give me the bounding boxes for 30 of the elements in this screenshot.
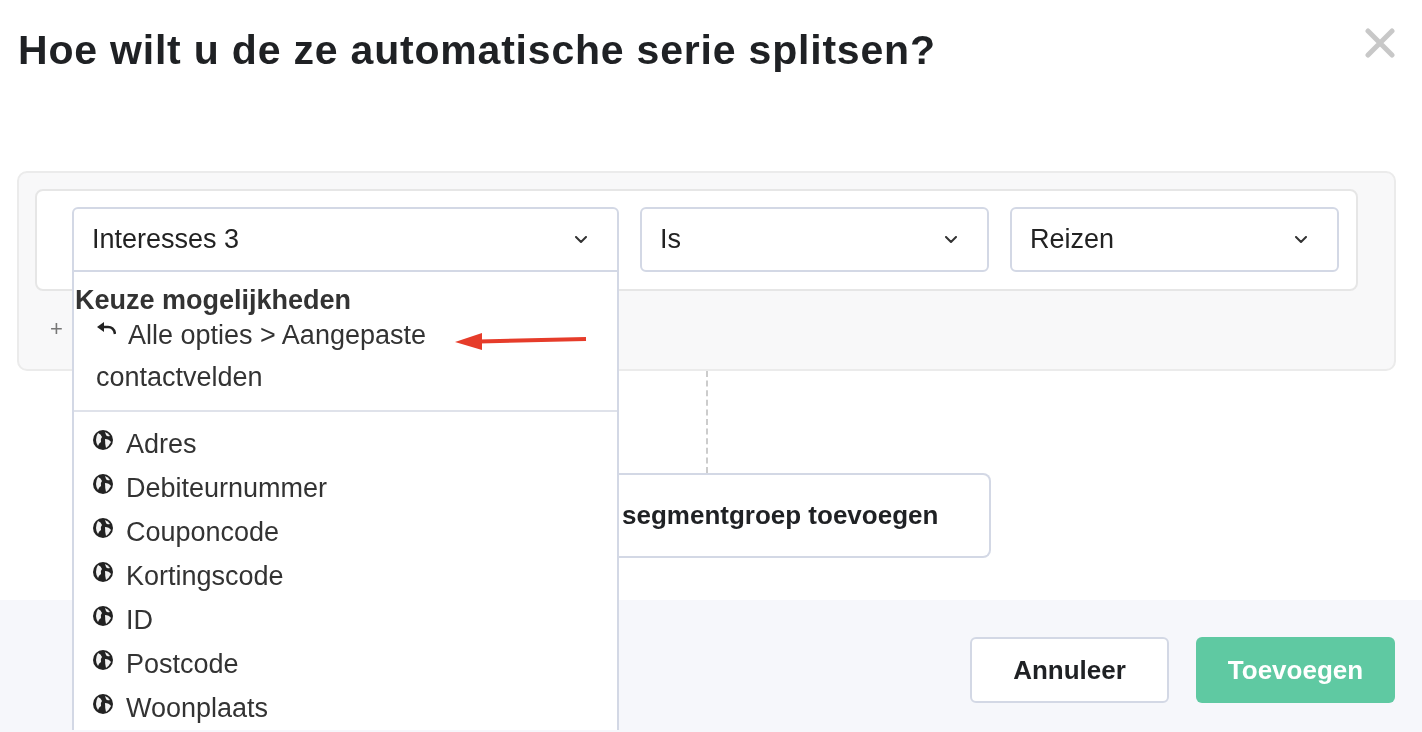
globe-icon (93, 430, 113, 450)
globe-icon (93, 650, 113, 670)
menu-header: Keuze mogelijkheden (75, 286, 353, 314)
globe-icon (93, 474, 113, 494)
back-option[interactable]: Alle opties > Aangepaste contactvelden (96, 314, 456, 398)
menu-option[interactable]: Debiteurnummer (93, 466, 334, 510)
dialog-title: Hoe wilt u de ze automatische serie splitsen? (18, 26, 936, 75)
globe-icon (93, 518, 113, 538)
chevron-down-icon (575, 235, 587, 244)
globe-icon (93, 606, 113, 626)
menu-option[interactable]: Postcode (93, 642, 245, 686)
dropdown-select[interactable]: Interesses 3 (72, 207, 619, 272)
annotation-arrow-icon (455, 332, 587, 350)
chevron-down-icon (1295, 235, 1307, 244)
menu-option[interactable]: Adres (93, 422, 203, 466)
add-condition-link[interactable]: + (50, 317, 63, 341)
close-button[interactable] (1365, 28, 1395, 58)
dropdown-select[interactable]: Reizen (1010, 207, 1339, 272)
back-arrow-icon (96, 321, 116, 335)
menu-option[interactable]: ID (93, 598, 159, 642)
menu-option[interactable]: Couponcode (93, 510, 286, 554)
chevron-down-icon (945, 235, 957, 244)
close-icon (1365, 28, 1395, 58)
globe-icon (93, 694, 113, 714)
globe-icon (93, 562, 113, 582)
dropdown-select[interactable]: Is (640, 207, 989, 272)
menu-option[interactable]: Woonplaats (93, 686, 275, 730)
cancel-button[interactable]: Annuleer (970, 637, 1169, 703)
add-segment-group-button[interactable]: segmentgroep toevoegen (619, 473, 991, 558)
menu-option[interactable]: Kortingscode (93, 554, 290, 598)
